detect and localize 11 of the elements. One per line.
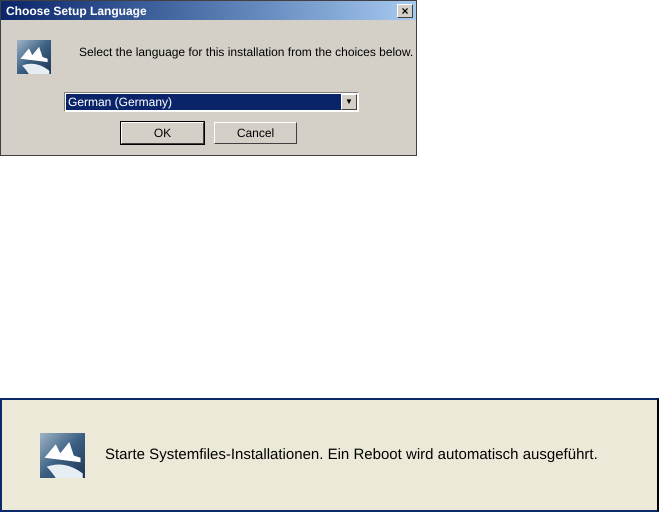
- setup-logo-icon: [17, 40, 51, 74]
- window-title: Choose Setup Language: [6, 2, 147, 20]
- ok-button[interactable]: OK: [121, 122, 204, 144]
- installation-message: Starte Systemfiles-Installationen. Ein Reboot wird automatisch ausgeführt.: [105, 444, 598, 465]
- dropdown-value: German (Germany): [66, 94, 341, 110]
- close-button[interactable]: ×: [397, 4, 413, 18]
- setup-logo-icon: [40, 432, 85, 478]
- language-dropdown[interactable]: German (Germany) ▼: [64, 92, 359, 112]
- dropdown-arrow-button[interactable]: ▼: [341, 94, 357, 110]
- cancel-button[interactable]: Cancel: [214, 122, 297, 144]
- instruction-text: Select the language for this installation from the choices below.: [79, 44, 414, 61]
